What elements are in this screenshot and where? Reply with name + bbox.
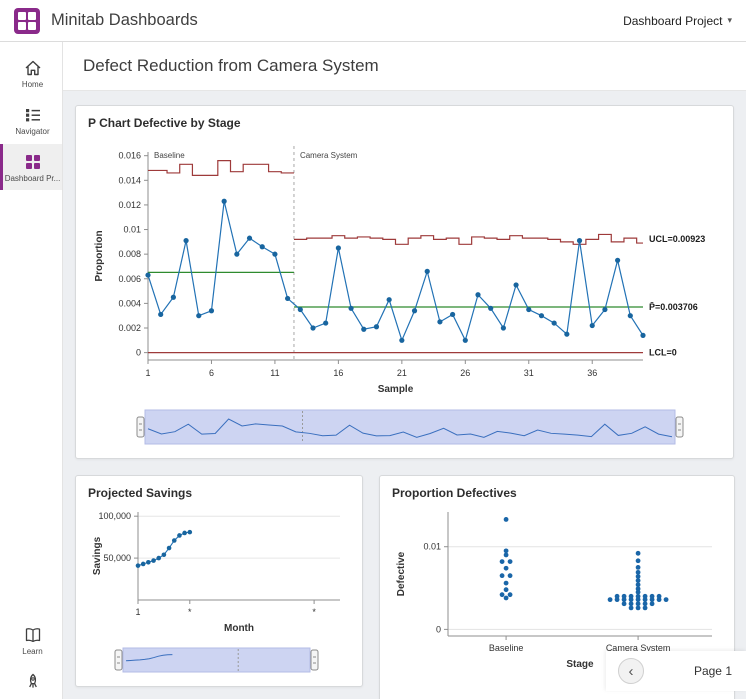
- svg-text:Month: Month: [224, 623, 254, 634]
- page-title: Defect Reduction from Camera System: [83, 56, 379, 76]
- sidebar-item-label: Dashboard Pr...: [5, 175, 61, 184]
- savings-chart-area: 50,000 100,000 1 * * Month Savings: [88, 504, 350, 636]
- top-bar: Minitab Dashboards Dashboard Project ▾: [0, 0, 746, 42]
- logo-tile: [18, 12, 26, 20]
- svg-text:0.01: 0.01: [123, 225, 141, 235]
- main-area: Defect Reduction from Camera System P Ch…: [63, 42, 746, 699]
- svg-text:0.014: 0.014: [118, 175, 141, 185]
- page-label: Page 1: [694, 664, 732, 678]
- card-projected-savings: Projected Savings 50,000 100,000 1 * * Month S…: [75, 475, 363, 687]
- sidebar-item-navigator[interactable]: Navigator: [0, 97, 62, 144]
- svg-text:Sample: Sample: [378, 384, 414, 395]
- project-selector-label: Dashboard Project: [623, 14, 722, 28]
- svg-text:1: 1: [135, 607, 140, 617]
- p-chart-range-slider[interactable]: [136, 408, 684, 446]
- app-title: Minitab Dashboards: [51, 11, 198, 30]
- svg-text:100,000: 100,000: [98, 511, 131, 521]
- p-chart: 0 0.002 0.004 0.006 0.008 0.01 0.012 0.014 0.016…: [88, 134, 723, 404]
- svg-text:Baseline: Baseline: [154, 151, 185, 160]
- savings-card-title: Projected Savings: [88, 486, 350, 500]
- svg-text:Defective: Defective: [396, 551, 407, 596]
- app-logo[interactable]: [14, 8, 40, 34]
- sidebar-item-label: Home: [22, 81, 43, 90]
- svg-text:31: 31: [524, 368, 534, 378]
- dotplot-card-title: Proportion Defectives: [392, 486, 722, 500]
- sidebar-spacer: [0, 190, 62, 617]
- svg-text:26: 26: [460, 368, 470, 378]
- caret-down-icon: ▾: [727, 15, 732, 26]
- sidebar-item-whats-new[interactable]: [0, 664, 62, 699]
- pagination-bar: ‹ Page 1: [606, 651, 746, 691]
- svg-text:0.01: 0.01: [423, 542, 441, 552]
- svg-text:36: 36: [587, 368, 597, 378]
- svg-text:Camera System: Camera System: [300, 151, 358, 160]
- svg-text:*: *: [312, 607, 316, 617]
- svg-text:0: 0: [136, 348, 141, 358]
- savings-chart: 50,000 100,000 1 * * Month Savings: [88, 504, 348, 636]
- svg-text:Stage: Stage: [566, 659, 594, 670]
- page-prev-button[interactable]: ‹: [618, 658, 644, 684]
- logo-tile: [18, 22, 26, 30]
- sidebar-item-label: Learn: [22, 648, 42, 657]
- svg-text:6: 6: [209, 368, 214, 378]
- svg-text:*: *: [188, 607, 192, 617]
- home-icon: [23, 58, 43, 78]
- svg-text:Proportion: Proportion: [94, 230, 105, 281]
- sidebar-item-home[interactable]: Home: [0, 50, 62, 97]
- svg-text:Savings: Savings: [92, 536, 103, 575]
- svg-text:0.006: 0.006: [118, 274, 141, 284]
- logo-tile: [28, 12, 36, 20]
- svg-text:0.002: 0.002: [118, 323, 141, 333]
- svg-text:UCL=0.00923: UCL=0.00923: [649, 234, 705, 244]
- svg-text:0.008: 0.008: [118, 249, 141, 259]
- svg-text:0.012: 0.012: [118, 200, 141, 210]
- svg-text:0.004: 0.004: [118, 298, 141, 308]
- book-icon: [23, 625, 43, 645]
- svg-text:50,000: 50,000: [103, 553, 131, 563]
- sidebar-item-learn[interactable]: Learn: [0, 617, 62, 664]
- sidebar-item-label: Navigator: [15, 128, 49, 137]
- project-selector[interactable]: Dashboard Project ▾: [623, 14, 732, 28]
- dashboard-content: P Chart Defective by Stage 0 0.002 0.004 0.…: [63, 91, 746, 699]
- svg-text:11: 11: [270, 368, 279, 378]
- p-chart-area: 0 0.002 0.004 0.006 0.008 0.01 0.012 0.014 0.016…: [88, 134, 721, 404]
- card-p-chart: P Chart Defective by Stage 0 0.002 0.004 0.…: [75, 105, 734, 459]
- rocket-icon: [23, 672, 43, 692]
- svg-text:Baseline: Baseline: [489, 643, 524, 653]
- sidebar: Home Navigator Dashboard Pr... Learn: [0, 42, 63, 699]
- svg-text:21: 21: [397, 368, 407, 378]
- logo-tile: [28, 22, 36, 30]
- svg-text:16: 16: [333, 368, 343, 378]
- svg-text:1: 1: [145, 368, 150, 378]
- sidebar-item-dashboard-project[interactable]: Dashboard Pr...: [0, 144, 62, 191]
- dashboard-icon: [23, 152, 43, 172]
- p-chart-card-title: P Chart Defective by Stage: [88, 116, 721, 130]
- svg-text:0.016: 0.016: [118, 151, 141, 161]
- svg-text:P̄=0.003706: P̄=0.003706: [649, 302, 698, 312]
- savings-range-slider[interactable]: [114, 646, 319, 674]
- svg-text:0: 0: [436, 624, 441, 634]
- navigator-icon: [23, 105, 43, 125]
- page-header: Defect Reduction from Camera System: [63, 42, 746, 91]
- svg-text:LCL=0: LCL=0: [649, 348, 677, 358]
